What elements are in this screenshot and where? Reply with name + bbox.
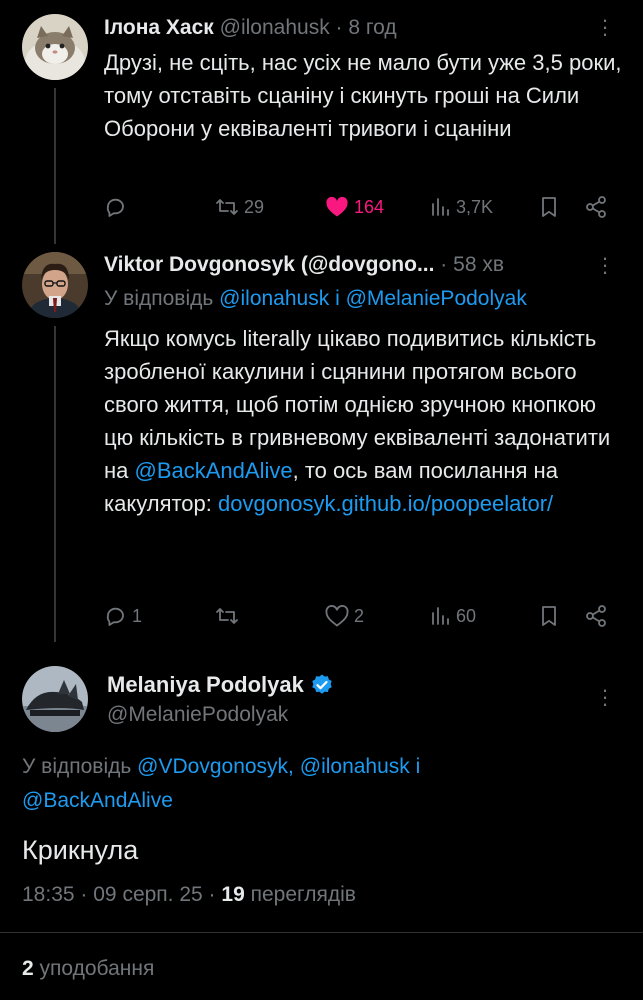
tweet-text: Друзі, не сціть, нас усіх не мало бути у… — [104, 50, 622, 141]
url-link[interactable]: dovgonosyk.github.io/poopeelator/ — [218, 491, 553, 516]
author-handle[interactable]: @MelaniePodolyak — [107, 700, 288, 730]
like-button[interactable]: 2 — [324, 601, 364, 631]
author-name-row: Melaniya Podolyak — [107, 670, 334, 700]
avatar-dovgonosyk[interactable] — [22, 252, 88, 318]
more-icon[interactable]: · · · — [600, 9, 610, 45]
reply-button[interactable] — [104, 192, 128, 222]
reply-count: 1 — [132, 605, 143, 626]
views-icon — [432, 198, 449, 216]
views-count: 19 — [221, 883, 245, 906]
post-time[interactable]: 18:35 — [22, 883, 75, 906]
bookmark-button[interactable] — [538, 601, 560, 631]
like-count: 2 — [354, 605, 365, 626]
tweet-text: Якщо комусь literally цікаво подивитись … — [104, 322, 624, 520]
thread-line — [54, 88, 56, 244]
reply-prefix: У відповідь — [104, 287, 214, 310]
like-button[interactable]: 164 — [324, 192, 384, 222]
views-button[interactable]: 3,7K — [430, 192, 493, 222]
bookmark-icon — [542, 197, 556, 217]
action-bar: 1 2 60 — [104, 601, 624, 631]
author-name[interactable]: Ілона Хаск — [104, 16, 214, 39]
reply-button[interactable]: 1 — [104, 601, 142, 631]
avatar-ilonahusk[interactable] — [22, 14, 88, 80]
reply-icon — [106, 198, 124, 217]
separator: · — [440, 253, 448, 276]
author-handle[interactable]: @ilonahusk — [220, 16, 330, 39]
author-name[interactable]: Melaniya Podolyak — [107, 672, 304, 698]
verified-icon — [312, 674, 332, 694]
mention-link[interactable]: @BackAndAlive — [22, 789, 173, 812]
views-button[interactable]: 60 — [430, 601, 476, 631]
share-button[interactable] — [584, 601, 608, 631]
reply-and: і — [415, 755, 421, 778]
mention-link[interactable]: @ilonahusk — [300, 755, 410, 778]
tweet-meta: 18:35 · 09 серп. 25 · 19 переглядів — [22, 879, 356, 911]
like-count: 164 — [354, 196, 385, 217]
retweet-icon — [216, 608, 238, 624]
mention-link[interactable]: @BackAndAlive — [135, 458, 293, 483]
author-name[interactable]: Viktor Dovgonosyk (@dovgono... — [104, 253, 434, 276]
separator: · — [335, 16, 343, 39]
bookmark-button[interactable] — [538, 192, 560, 222]
reply-and: і — [335, 287, 340, 310]
divider — [0, 932, 643, 933]
tweet-text: Крикнула — [22, 835, 139, 865]
timestamp[interactable]: 8 год — [348, 16, 396, 39]
reply-context: У відповідь @ilonahusk і @MelaniePodolya… — [104, 284, 527, 314]
views-count: 60 — [456, 605, 477, 626]
post-date[interactable]: 09 серп. 25 — [93, 883, 202, 906]
share-icon — [586, 605, 606, 627]
likes-summary[interactable]: 2 уподобання — [22, 953, 154, 985]
mention-link[interactable]: @ilonahusk — [219, 287, 329, 310]
more-icon[interactable]: · · · — [600, 679, 610, 715]
reply-context: У відповідь @VDovgonosyk, @ilonahusk і @… — [22, 750, 542, 818]
retweet-count: 29 — [244, 196, 265, 217]
share-button[interactable] — [584, 192, 608, 222]
timestamp[interactable]: 58 хв — [453, 253, 504, 276]
more-icon[interactable]: · · · — [600, 247, 610, 283]
likes-label: уподобання — [39, 957, 155, 980]
bookmark-icon — [542, 606, 556, 626]
tweet-header: Ілона Хаск @ilonahusk · 8 год — [104, 13, 397, 43]
views-count: 3,7K — [456, 196, 494, 217]
thread-line — [54, 326, 56, 642]
tweet-header: Viktor Dovgonosyk (@dovgono... · 58 хв — [104, 250, 504, 280]
likes-count: 2 — [22, 957, 34, 980]
mention-link[interactable]: @MelaniePodolyak — [346, 287, 527, 310]
reply-icon — [106, 607, 124, 626]
views-icon — [432, 607, 449, 625]
heart-icon — [326, 196, 348, 217]
retweet-icon — [216, 199, 238, 215]
separator: · — [80, 883, 88, 906]
retweet-button[interactable] — [214, 601, 240, 631]
heart-icon — [325, 605, 349, 627]
separator: · — [208, 883, 216, 906]
action-bar: 29 164 3,7K — [104, 192, 624, 222]
share-icon — [586, 196, 606, 218]
views-label: переглядів — [250, 883, 356, 906]
reply-prefix: У відповідь — [22, 755, 132, 778]
retweet-button[interactable]: 29 — [214, 192, 264, 222]
mention-link[interactable]: @VDovgonosyk, — [137, 755, 294, 778]
avatar-melaniepodolyak[interactable] — [22, 666, 88, 732]
